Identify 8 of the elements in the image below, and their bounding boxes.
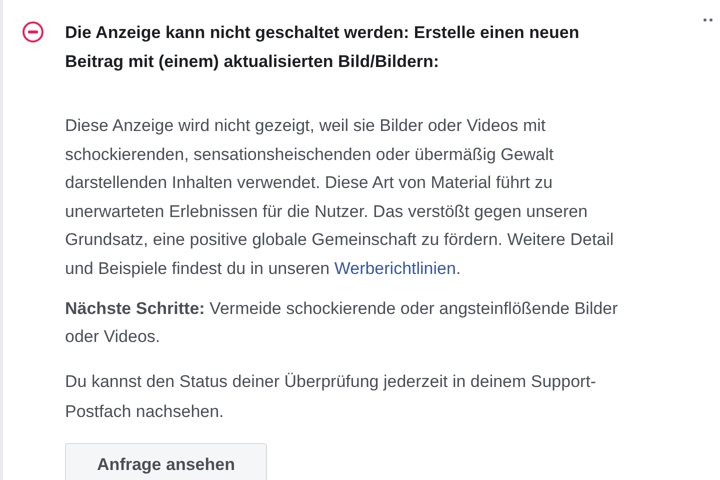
guidelines-link[interactable]: Werberichtlinien — [334, 258, 456, 278]
next-steps-text: Nächste Schritte: Vermeide schockierende oder angsteinflößende Bilder oder Videos. — [65, 298, 618, 348]
status-text: Du kannst den Status deiner Überprüfung jederzeit in deinem Support- Postfach nachsehen. — [65, 371, 598, 423]
notice-title: Die Anzeige kann nicht geschaltet werden: Erstelle einen neuen Beitrag mit (einem) aktualisierten Bild/Bildern: — [65, 22, 580, 73]
notice-description: Diese Anzeige wird nicht gezeigt, weil sie Bilder oder Videos mit schockierenden, sensationsheischenden oder übermäßig Gewalt darstellenden Inhalten verwendet. Diese Art von Material führt zu unerwarteten Erlebnissen für die Nutzer. Das verstößt gegen unseren Grundsatz, eine positive globale Gemeinschaft zu fördern. Weitere Detail und Beispiele findest du in unseren Werberichtlinien. — [65, 115, 615, 280]
error-icon — [22, 21, 44, 43]
view-request-button[interactable]: Anfrage ansehen — [65, 443, 267, 480]
more-icon[interactable] — [703, 18, 713, 22]
